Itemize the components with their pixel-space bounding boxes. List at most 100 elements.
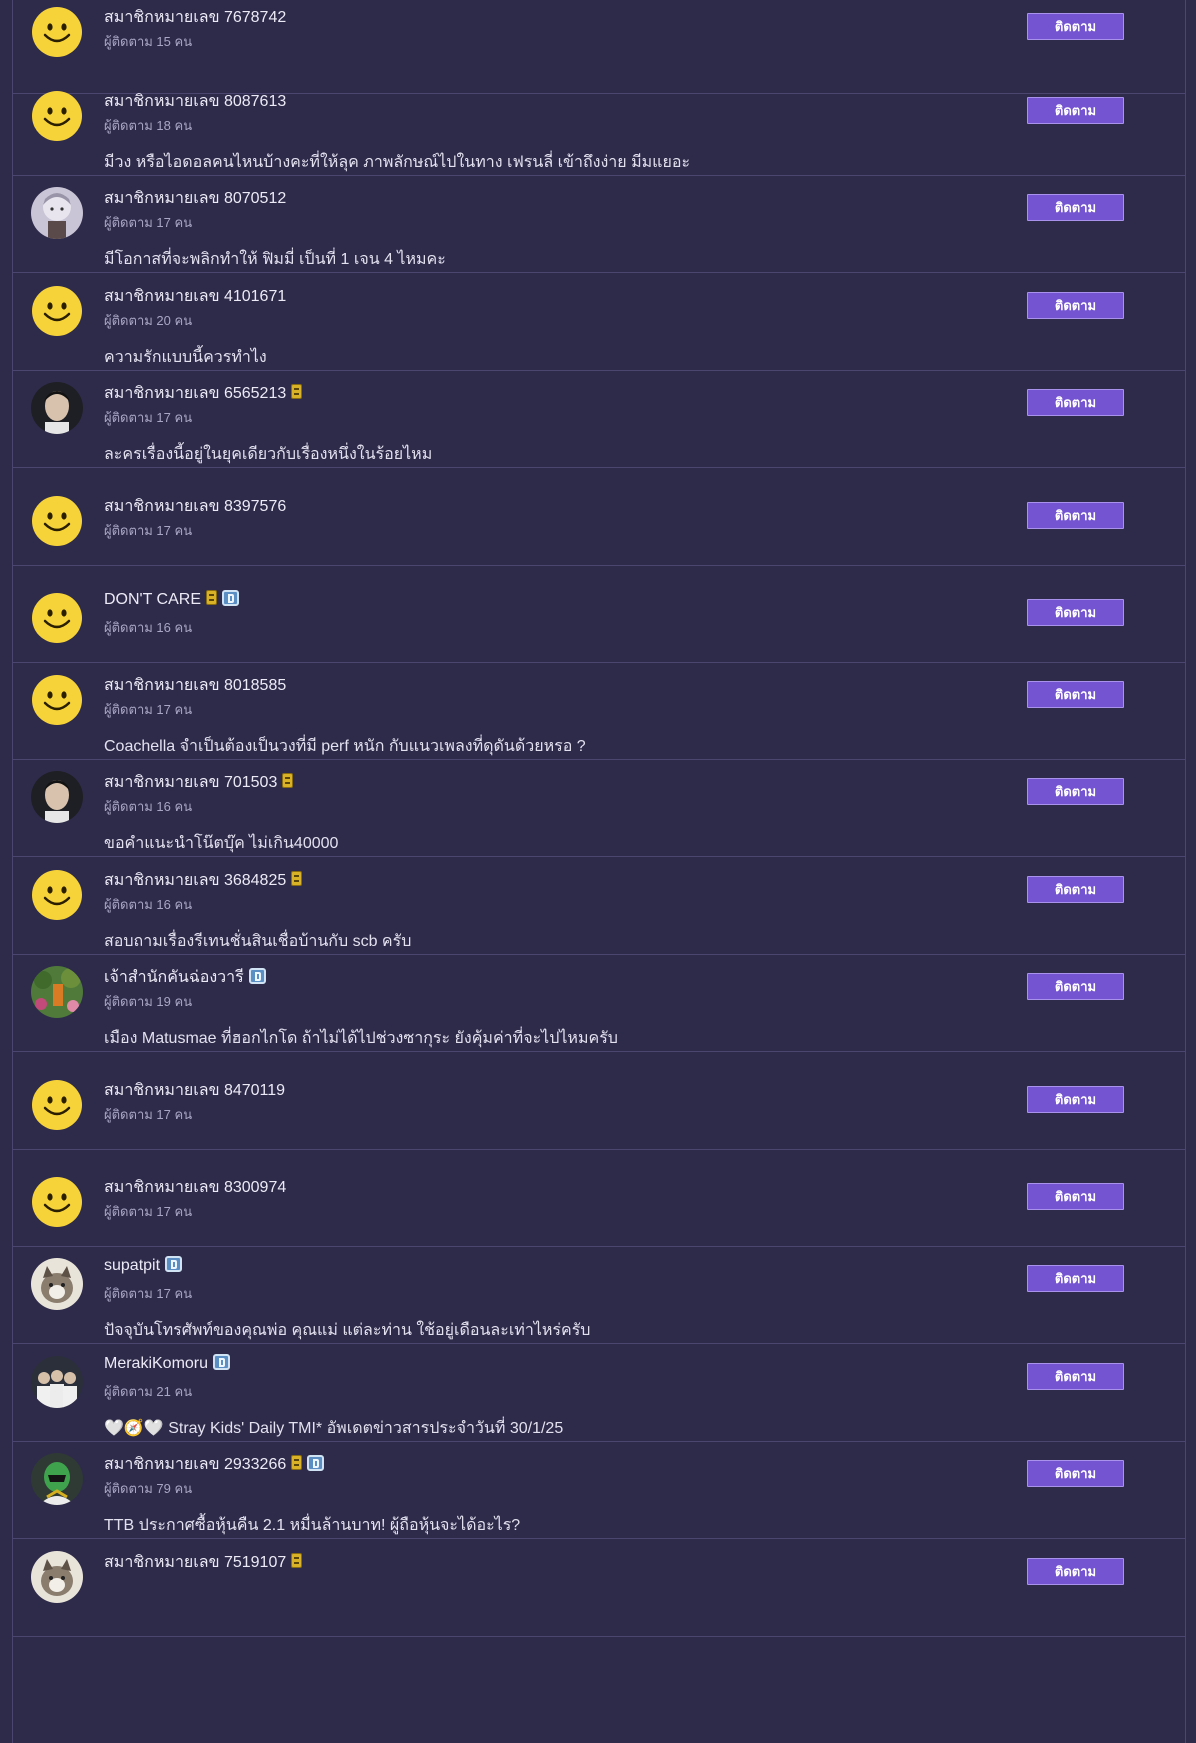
member-name[interactable]: สมาชิกหมายเลข 701503 [104,770,294,795]
follower-count: ผู้ติดตาม 16 คน [104,620,193,635]
latest-topic-link[interactable]: ขอคำแนะนำโน๊ตบุ๊ค ไม่เกิน40000 [104,831,338,856]
latest-topic-link[interactable]: Coachella จำเป็นต้องเป็นวงที่มี perf หนั… [104,734,586,759]
member-name-text[interactable]: สมาชิกหมายเลข 8087613 [104,93,286,110]
follow-button[interactable]: ติดตาม [1027,1183,1124,1210]
follow-button[interactable]: ติดตาม [1027,97,1124,124]
member-row: สมาชิกหมายเลข 8470119 ผู้ติดตาม 17 คน ติดต… [13,1052,1185,1150]
member-name-text[interactable]: DON'T CARE [104,591,201,608]
member-name-text[interactable]: สมาชิกหมายเลข 8397576 [104,498,286,515]
latest-topic-link[interactable]: ปัจจุบันโทรศัพท์ของคุณพ่อ คุณแม่ แต่ละท่… [104,1318,590,1343]
follow-button[interactable]: ติดตาม [1027,599,1124,626]
member-name-text[interactable]: สมาชิกหมายเลข 2933266 [104,1456,286,1473]
smiley-icon[interactable] [31,1079,83,1131]
follower-count: ผู้ติดตาม 79 คน [104,1481,193,1496]
member-row: supatpit ผู้ติดตาม 17 คน ปัจจุบันโทรศัพท์ข… [13,1246,1185,1344]
member-name-text[interactable]: เจ้าสำนักคันฉ่องวารี [104,969,244,986]
avatar[interactable] [31,1258,83,1310]
follow-button[interactable]: ติดตาม [1027,1086,1124,1113]
member-row: สมาชิกหมายเลข 8070512 ผู้ติดตาม 17 คนมีโอ… [13,175,1185,273]
follow-button[interactable]: ติดตาม [1027,1265,1124,1292]
member-name-text[interactable]: สมาชิกหมายเลข 7519107 [104,1554,286,1571]
member-name[interactable]: สมาชิกหมายเลข 8087613 [104,89,286,114]
member-badge-icon [291,384,303,400]
avatar[interactable] [31,187,83,239]
latest-topic-link[interactable]: TTB ประกาศซื้อหุ้นคืน 2.1 หมื่นล้านบาท! … [104,1513,520,1538]
member-name[interactable]: สมาชิกหมายเลข 7678742 [104,5,286,30]
avatar[interactable] [31,1356,83,1408]
avatar[interactable] [31,1453,83,1505]
latest-topic-link[interactable]: มีโอกาสที่จะพลิกทำให้ ฟิมมี่ เป็นที่ 1 เ… [104,247,446,272]
smiley-icon[interactable] [31,90,83,142]
follow-button[interactable]: ติดตาม [1027,681,1124,708]
member-name[interactable]: สมาชิกหมายเลข 8070512 [104,186,286,211]
follower-count: ผู้ติดตาม 19 คน [104,994,193,1009]
member-name-text[interactable]: สมาชิกหมายเลข 8300974 [104,1179,286,1196]
member-badge-icon [291,1553,303,1569]
follow-button[interactable]: ติดตาม [1027,778,1124,805]
smiley-icon[interactable] [31,285,83,337]
follow-button[interactable]: ติดตาม [1027,973,1124,1000]
follow-button[interactable]: ติดตาม [1027,1558,1124,1585]
member-name[interactable]: สมาชิกหมายเลข 3684825 [104,868,303,893]
smiley-icon[interactable] [31,592,83,644]
member-name[interactable]: DON'T CARE [104,589,239,609]
follow-button[interactable]: ติดตาม [1027,292,1124,319]
follower-count: ผู้ติดตาม 17 คน [104,410,193,425]
latest-topic-link[interactable]: ความรักแบบนี้ควรทำไง [104,345,267,370]
avatar[interactable] [31,966,83,1018]
member-name-text[interactable]: สมาชิกหมายเลข 3684825 [104,872,286,889]
member-name[interactable]: สมาชิกหมายเลข 8018585 [104,673,286,698]
smiley-icon[interactable] [31,6,83,58]
latest-topic-link[interactable]: มีวง หรือไอดอลคนไหนบ้างคะที่ให้ลุค ภาพลั… [104,150,690,175]
follower-count: ผู้ติดตาม 16 คน [104,897,193,912]
member-badge-icon [291,1455,303,1471]
avatar[interactable] [31,771,83,823]
follow-button[interactable]: ติดตาม [1027,389,1124,416]
member-name[interactable]: สมาชิกหมายเลข 4101671 [104,284,286,309]
latest-topic-link[interactable]: สอบถามเรื่องรีเทนชั่นสินเชื่อบ้านกับ scb… [104,929,411,954]
member-name-text[interactable]: สมาชิกหมายเลข 8070512 [104,190,286,207]
follow-button[interactable]: ติดตาม [1027,502,1124,529]
blogger-badge-icon [307,1454,325,1471]
follower-count: ผู้ติดตาม 17 คน [104,215,193,230]
follow-button[interactable]: ติดตาม [1027,876,1124,903]
latest-topic-link[interactable]: เมือง Matusmae ที่ฮอกไกโด ถ้าไม่ได้ไปช่ว… [104,1026,618,1051]
member-name-text[interactable]: สมาชิกหมายเลข 7678742 [104,9,286,26]
blogger-badge-icon [213,1353,231,1370]
member-name[interactable]: สมาชิกหมายเลข 7519107 [104,1550,303,1575]
member-row: สมาชิกหมายเลข 2933266 ผู้ติดตาม 79 คน TTB … [13,1441,1185,1539]
member-name[interactable]: สมาชิกหมายเลข 8300974 [104,1175,286,1200]
member-name[interactable]: สมาชิกหมายเลข 8470119 [104,1078,285,1103]
member-name-text[interactable]: สมาชิกหมายเลข 8470119 [104,1082,285,1099]
smiley-icon[interactable] [31,495,83,547]
follow-button[interactable]: ติดตาม [1027,1363,1124,1390]
follow-button[interactable]: ติดตาม [1027,13,1124,40]
smiley-icon[interactable] [31,1176,83,1228]
avatar[interactable] [31,382,83,434]
smiley-icon[interactable] [31,869,83,921]
follow-button[interactable]: ติดตาม [1027,194,1124,221]
member-name-text[interactable]: สมาชิกหมายเลข 6565213 [104,385,286,402]
latest-topic-link[interactable]: ละครเรื่องนี้อยู่ในยุคเดียวกับเรื่องหนึ่… [104,442,432,467]
member-name[interactable]: สมาชิกหมายเลข 8397576 [104,494,286,519]
avatar[interactable] [31,1551,83,1603]
member-name-text[interactable]: สมาชิกหมายเลข 4101671 [104,288,286,305]
latest-topic-link[interactable]: 🤍🧭🤍 Stray Kids' Daily TMI* อัพเดตข่าวสาร… [104,1416,563,1441]
smiley-icon[interactable] [31,674,83,726]
member-name[interactable]: สมาชิกหมายเลข 2933266 [104,1452,325,1477]
member-name[interactable]: MerakiKomoru [104,1353,231,1373]
member-name-text[interactable]: สมาชิกหมายเลข 701503 [104,774,277,791]
member-name-text[interactable]: MerakiKomoru [104,1355,208,1372]
member-name-text[interactable]: supatpit [104,1257,160,1274]
member-name[interactable]: สมาชิกหมายเลข 6565213 [104,381,303,406]
follow-button[interactable]: ติดตาม [1027,1460,1124,1487]
member-name[interactable]: เจ้าสำนักคันฉ่องวารี [104,965,266,990]
member-name-text[interactable]: สมาชิกหมายเลข 8018585 [104,677,286,694]
member-name[interactable]: supatpit [104,1255,183,1275]
member-row: DON'T CARE ผู้ติดตาม 16 คน ติดตาม [13,565,1185,663]
member-list: สมาชิกหมายเลข 7678742 ผู้ติดตาม 15 คน ติดต… [12,0,1186,1743]
follower-count: ผู้ติดตาม 20 คน [104,313,193,328]
follower-count: ผู้ติดตาม 18 คน [104,118,193,133]
member-row: สมาชิกหมายเลข 4101671 ผู้ติดตาม 20 คนความ… [13,273,1185,371]
blogger-badge-icon [222,589,239,606]
